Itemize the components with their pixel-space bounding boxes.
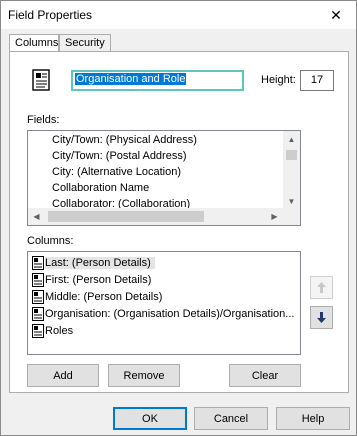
close-button[interactable]: ✕ — [316, 1, 356, 29]
scroll-up-icon[interactable]: ▲ — [283, 131, 300, 148]
close-icon: ✕ — [330, 6, 342, 23]
add-button[interactable]: Add — [27, 364, 99, 387]
list-item[interactable]: Last: (Person Details) — [32, 254, 155, 271]
columns-tab-panel: Organisation and Role Height: 17 Fields:… — [9, 51, 349, 393]
fields-list[interactable]: City/Town: (Physical Address) City/Town:… — [27, 130, 301, 226]
column-label: Roles — [45, 324, 74, 337]
scroll-thumb[interactable] — [286, 150, 297, 160]
scrollbar-corner — [283, 208, 300, 225]
remove-button[interactable]: Remove — [108, 364, 180, 387]
columns-label: Columns: — [27, 235, 74, 247]
list-item[interactable]: City: (Alternative Location) — [52, 166, 181, 182]
scroll-right-icon[interactable]: ▶ — [266, 208, 283, 225]
list-item[interactable]: Roles — [32, 322, 73, 339]
list-item[interactable]: Middle: (Person Details) — [32, 288, 162, 305]
list-item[interactable]: First: (Person Details) — [32, 271, 151, 288]
column-label: Last: (Person Details) — [45, 256, 155, 269]
fields-label: Fields: — [27, 114, 60, 126]
document-icon — [32, 69, 50, 91]
field-name-value: Organisation and Role — [75, 73, 187, 85]
clear-button[interactable]: Clear — [229, 364, 301, 387]
field-name-input[interactable]: Organisation and Role — [71, 70, 244, 91]
field-properties-dialog: Field Properties ✕ Columns Security Orga… — [0, 0, 357, 436]
window-title: Field Properties — [8, 8, 93, 22]
list-item[interactable]: City/Town: (Postal Address) — [52, 150, 187, 166]
list-item[interactable]: Organisation: (Organisation Details)/Org… — [32, 305, 294, 322]
scroll-thumb[interactable] — [48, 211, 204, 222]
column-label: First: (Person Details) — [45, 273, 152, 286]
height-input[interactable]: 17 — [300, 70, 334, 91]
title-bar: Field Properties ✕ — [1, 1, 356, 29]
up-arrow-icon — [317, 282, 326, 293]
field-icon — [32, 323, 44, 338]
tab-security[interactable]: Security — [59, 34, 111, 52]
down-arrow-icon — [317, 312, 326, 323]
scroll-left-icon[interactable]: ◀ — [28, 208, 45, 225]
field-icon — [32, 255, 44, 270]
column-label: Organisation: (Organisation Details)/Org… — [45, 307, 295, 320]
list-item[interactable]: Collaboration Name — [52, 182, 149, 198]
help-button[interactable]: Help — [276, 407, 350, 430]
column-label: Middle: (Person Details) — [45, 290, 163, 303]
cancel-button[interactable]: Cancel — [194, 407, 268, 430]
columns-list[interactable]: Last: (Person Details) First: (Person De… — [27, 251, 301, 355]
move-up-button[interactable] — [310, 276, 333, 299]
move-down-button[interactable] — [310, 306, 333, 329]
list-item[interactable]: City/Town: (Physical Address) — [52, 134, 197, 150]
field-icon — [32, 306, 44, 321]
ok-button[interactable]: OK — [113, 407, 187, 430]
field-icon — [32, 272, 44, 287]
fields-horizontal-scrollbar[interactable]: ◀ ▶ — [28, 208, 300, 225]
field-icon — [32, 289, 44, 304]
height-label: Height: — [261, 74, 296, 86]
fields-vertical-scrollbar[interactable]: ▲ ▼ — [283, 131, 300, 210]
